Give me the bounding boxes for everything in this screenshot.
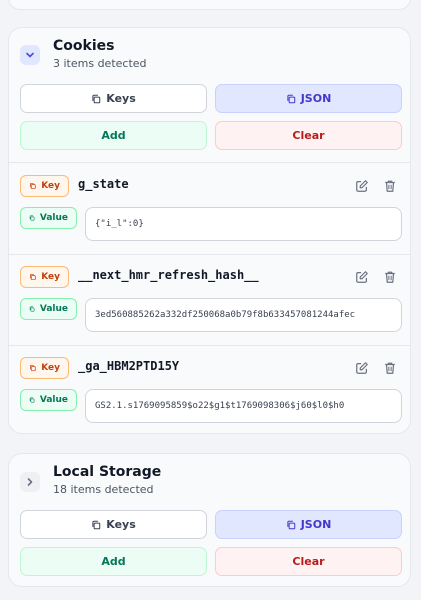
cookie-key-name: g_state: [78, 177, 129, 191]
key-badge-label: Key: [41, 181, 60, 191]
add-button[interactable]: Add: [20, 121, 207, 150]
value-badge-label: Value: [39, 395, 68, 405]
add-label: Add: [101, 555, 126, 568]
edit-icon: [355, 270, 369, 284]
copy-icon: [29, 363, 36, 373]
section-title: Cookies: [53, 38, 115, 54]
copy-key-badge[interactable]: Key: [20, 266, 69, 288]
previous-section-card: [8, 0, 411, 10]
copy-icon: [91, 94, 101, 104]
copy-value-badge[interactable]: Value: [20, 389, 77, 411]
delete-button[interactable]: [383, 269, 397, 283]
copy-json-button[interactable]: JSON: [215, 84, 402, 113]
edit-button[interactable]: [355, 178, 369, 192]
section-title: Local Storage: [53, 464, 162, 480]
key-badge-label: Key: [41, 363, 60, 373]
copy-icon: [286, 520, 296, 530]
copy-icon: [286, 94, 296, 104]
cookie-item: Key _ga_HBM2PTD15Y Value GS2.1.s17690958…: [9, 357, 410, 433]
copy-icon: [29, 395, 35, 405]
collapse-toggle[interactable]: [20, 45, 40, 65]
cookie-value-field[interactable]: 3ed560885262a332df250068a0b79f8b63345708…: [85, 298, 402, 332]
local-storage-section: Local Storage 18 items detected Keys JSO…: [8, 453, 411, 587]
section-subtitle: 3 items detected: [53, 57, 147, 70]
clear-button[interactable]: Clear: [215, 547, 402, 576]
copy-keys-label: Keys: [106, 92, 136, 105]
clear-button[interactable]: Clear: [215, 121, 402, 150]
cookies-section: Cookies 3 items detected Keys JSON Add C…: [8, 27, 411, 434]
value-badge-label: Value: [39, 213, 68, 223]
cookie-item: Key g_state Value {"i_l":0}: [9, 175, 410, 265]
expand-toggle[interactable]: [20, 472, 40, 492]
cookie-key-name: __next_hmr_refresh_hash__: [78, 268, 259, 282]
cookie-value-field[interactable]: {"i_l":0}: [85, 207, 402, 241]
chevron-down-icon: [26, 52, 34, 58]
copy-json-button[interactable]: JSON: [215, 510, 402, 539]
trash-icon: [383, 361, 397, 375]
divider: [9, 162, 410, 163]
add-label: Add: [101, 129, 126, 142]
divider: [9, 254, 410, 255]
edit-button[interactable]: [355, 269, 369, 283]
add-button[interactable]: Add: [20, 547, 207, 576]
delete-button[interactable]: [383, 178, 397, 192]
clear-label: Clear: [292, 129, 325, 142]
copy-json-label: JSON: [300, 518, 332, 531]
cookie-item: Key __next_hmr_refresh_hash__ Value 3ed5…: [9, 266, 410, 356]
cookie-value-field[interactable]: GS2.1.s1769095859$o22$g1$t1769098306$j60…: [85, 389, 402, 423]
copy-value-badge[interactable]: Value: [20, 207, 77, 229]
copy-keys-button[interactable]: Keys: [20, 84, 207, 113]
copy-icon: [29, 213, 35, 223]
copy-icon: [29, 304, 35, 314]
copy-icon: [29, 272, 36, 282]
copy-json-label: JSON: [300, 92, 332, 105]
cookie-key-name: _ga_HBM2PTD15Y: [78, 359, 180, 373]
copy-keys-button[interactable]: Keys: [20, 510, 207, 539]
divider: [9, 345, 410, 346]
edit-icon: [355, 179, 369, 193]
edit-button[interactable]: [355, 360, 369, 374]
section-subtitle: 18 items detected: [53, 483, 154, 496]
key-badge-label: Key: [41, 272, 60, 282]
copy-keys-label: Keys: [106, 518, 136, 531]
copy-key-badge[interactable]: Key: [20, 175, 69, 197]
copy-value-badge[interactable]: Value: [20, 298, 77, 320]
chevron-right-icon: [27, 478, 33, 486]
edit-icon: [355, 361, 369, 375]
copy-key-badge[interactable]: Key: [20, 357, 69, 379]
copy-icon: [91, 520, 101, 530]
delete-button[interactable]: [383, 360, 397, 374]
trash-icon: [383, 270, 397, 284]
trash-icon: [383, 179, 397, 193]
value-badge-label: Value: [39, 304, 68, 314]
copy-icon: [29, 181, 36, 191]
clear-label: Clear: [292, 555, 325, 568]
